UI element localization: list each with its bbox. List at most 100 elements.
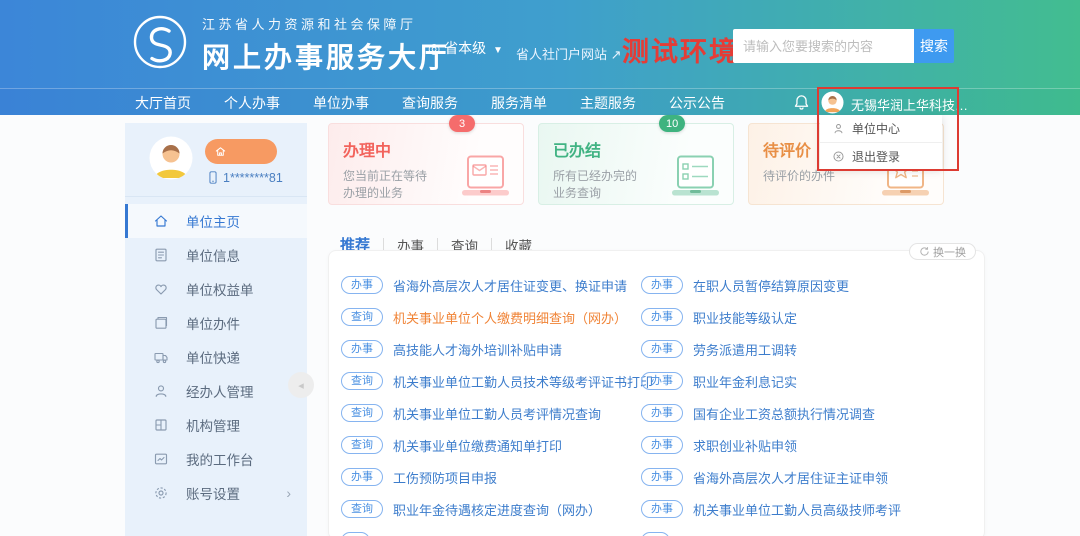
sidebar-item-unit-rights[interactable]: 单位权益单 [125,272,307,306]
service-item[interactable]: 查询 职业年金待遇核定进度查询（网办） [341,493,637,525]
home-icon [153,213,169,229]
chevron-right-icon: › [286,485,291,501]
chevron-down-icon: ▼ [493,45,503,56]
search-button[interactable]: 搜索 [914,29,954,63]
service-item[interactable]: 办事 职业技能等级认定 [641,301,976,333]
service-type-badge: 办事 [641,500,683,518]
logged-in-username[interactable]: 无锡华润上华科技… [851,95,968,114]
service-type-badge: 查询 [341,404,383,422]
service-type-badge [641,532,670,536]
service-type-badge: 办事 [641,308,683,326]
env-watermark: 测试环境 [622,30,738,69]
service-item[interactable]: 办事 劳务派遣用工调转 [641,333,976,365]
logout-icon [832,150,845,163]
sidebar-item-my-workbench[interactable]: 我的工作台 [125,442,307,476]
sidebar-item-unit-home[interactable]: 单位主页 [125,204,307,238]
service-type-badge: 办事 [641,436,683,454]
nav-item-announcements[interactable]: 公示公告 [669,93,725,113]
refresh-icon [919,246,930,257]
files-icon [153,315,169,331]
location-pin-icon: ◎ [428,40,440,56]
jiangsu-hrss-logo-icon [133,15,187,69]
header-banner: 江苏省人力资源和社会保障厅 网上办事服务大厅 ◎ 省本级 ▼ 省人社门户网站 ↗… [0,0,1080,88]
portal-title-block: 江苏省人力资源和社会保障厅 网上办事服务大厅 [202,14,450,76]
nav-item-query[interactable]: 查询服务 [402,93,458,113]
phone-icon [206,170,220,185]
service-item[interactable]: 办事 机关事业单位工勤人员高级技师考评 [641,493,976,525]
services-column-right: 办事 在职人员暂停结算原因变更 办事 职业技能等级认定 办事 劳务派遣用工调转 … [641,269,976,536]
building-icon [153,417,169,433]
service-type-badge: 办事 [341,276,383,294]
unit-house-icon [214,145,227,158]
truck-icon [153,349,169,365]
service-item[interactable]: 办事 工伤预防项目申报 [341,461,637,493]
laptop-mail-icon [457,155,513,199]
sidebar-item-agent-management[interactable]: 经办人管理 [125,374,307,408]
region-selector[interactable]: ◎ 省本级 ▼ [428,38,503,58]
sidebar-item-unit-info[interactable]: 单位信息 [125,238,307,272]
person-icon [153,383,169,399]
card-in-progress[interactable]: 3 办理中 您当前正在等待办理的业务 [328,123,524,205]
masked-phone-number: 1********81 [206,170,283,185]
unit-center-person-icon [832,122,845,135]
refresh-button[interactable]: 换一换 [909,243,976,260]
service-type-badge: 查询 [341,308,383,326]
user-avatar[interactable] [821,91,844,114]
in-progress-count-badge: 3 [449,115,475,132]
nav-item-home[interactable]: 大厅首页 [135,93,191,113]
document-icon [153,247,169,263]
page-title: 网上办事服务大厅 [202,36,450,76]
menu-item-unit-center[interactable]: 单位中心 [820,115,942,142]
sidebar-item-unit-express[interactable]: 单位快递 [125,340,307,374]
service-type-badge: 查询 [341,436,383,454]
unit-name-pill [205,139,277,164]
service-item-partial[interactable] [641,525,976,536]
service-item[interactable]: 办事 职业年金利息记实 [641,365,976,397]
sidebar-item-unit-cases[interactable]: 单位办件 [125,306,307,340]
service-item[interactable]: 办事 在职人员暂停结算原因变更 [641,269,976,301]
service-type-badge: 办事 [641,340,683,358]
service-item[interactable]: 办事 国有企业工资总额执行情况调查 [641,397,976,429]
org-name: 江苏省人力资源和社会保障厅 [202,14,450,33]
sidebar-item-org-management[interactable]: 机构管理 [125,408,307,442]
service-type-badge: 办事 [641,468,683,486]
search-input[interactable] [733,29,914,63]
service-type-badge: 查询 [341,372,383,390]
gear-icon [153,485,169,501]
main-nav: 大厅首页 个人办事 单位办事 查询服务 服务清单 主题服务 公示公告 无锡华润上… [0,88,1080,115]
sidebar-item-account-settings[interactable]: 账号设置 › [125,476,307,510]
nav-item-unit[interactable]: 单位办事 [313,93,369,113]
service-type-badge [341,532,370,536]
service-item-partial[interactable] [341,525,637,536]
laptop-checklist-icon [667,155,723,199]
menu-item-logout[interactable]: 退出登录 [820,142,942,169]
service-item[interactable]: 办事 省海外高层次人才居住证主证申领 [641,461,976,493]
recommended-services-panel: 换一换 办事 省海外高层次人才居住证变更、换证申请 查询 机关事业单位个人缴费明… [328,250,985,536]
nav-item-personal[interactable]: 个人办事 [224,93,280,113]
portal-site-link[interactable]: 省人社门户网站 ↗ [516,44,622,63]
avatar[interactable] [149,136,193,180]
sidebar: 1********81 单位主页 单位信息 单位权益单 [125,123,307,536]
service-item[interactable]: 办事 求职创业补贴申领 [641,429,976,461]
nav-item-service-list[interactable]: 服务清单 [491,93,547,113]
service-item[interactable]: 查询 机关事业单位工勤人员考评情况查询 [341,397,637,429]
service-item[interactable]: 办事 省海外高层次人才居住证变更、换证申请 [341,269,637,301]
services-column-left: 办事 省海外高层次人才居住证变更、换证申请 查询 机关事业单位个人缴费明细查询（… [341,269,637,536]
service-type-badge: 办事 [641,404,683,422]
service-type-badge: 办事 [641,372,683,390]
service-type-badge: 办事 [341,468,383,486]
service-item[interactable]: 办事 高技能人才海外培训补贴申请 [341,333,637,365]
nav-item-topics[interactable]: 主题服务 [580,93,636,113]
card-completed[interactable]: 10 已办结 所有已经办完的业务查询 [538,123,734,205]
service-item-highlighted[interactable]: 查询 机关事业单位个人缴费明细查询（网办） [341,301,637,333]
user-dropdown-menu: 单位中心 退出登录 [820,115,942,169]
workbench-chart-icon [153,451,169,467]
service-type-badge: 办事 [641,276,683,294]
service-item[interactable]: 查询 机关事业单位工勤人员技术等级考评证书打印 [341,365,637,397]
sidebar-collapse-handle[interactable]: ◂ [288,372,314,398]
service-item[interactable]: 查询 机关事业单位缴费通知单打印 [341,429,637,461]
notification-bell-icon[interactable] [793,94,810,111]
service-type-badge: 查询 [341,500,383,518]
completed-count-badge: 10 [659,115,685,132]
heart-icon [153,281,169,297]
